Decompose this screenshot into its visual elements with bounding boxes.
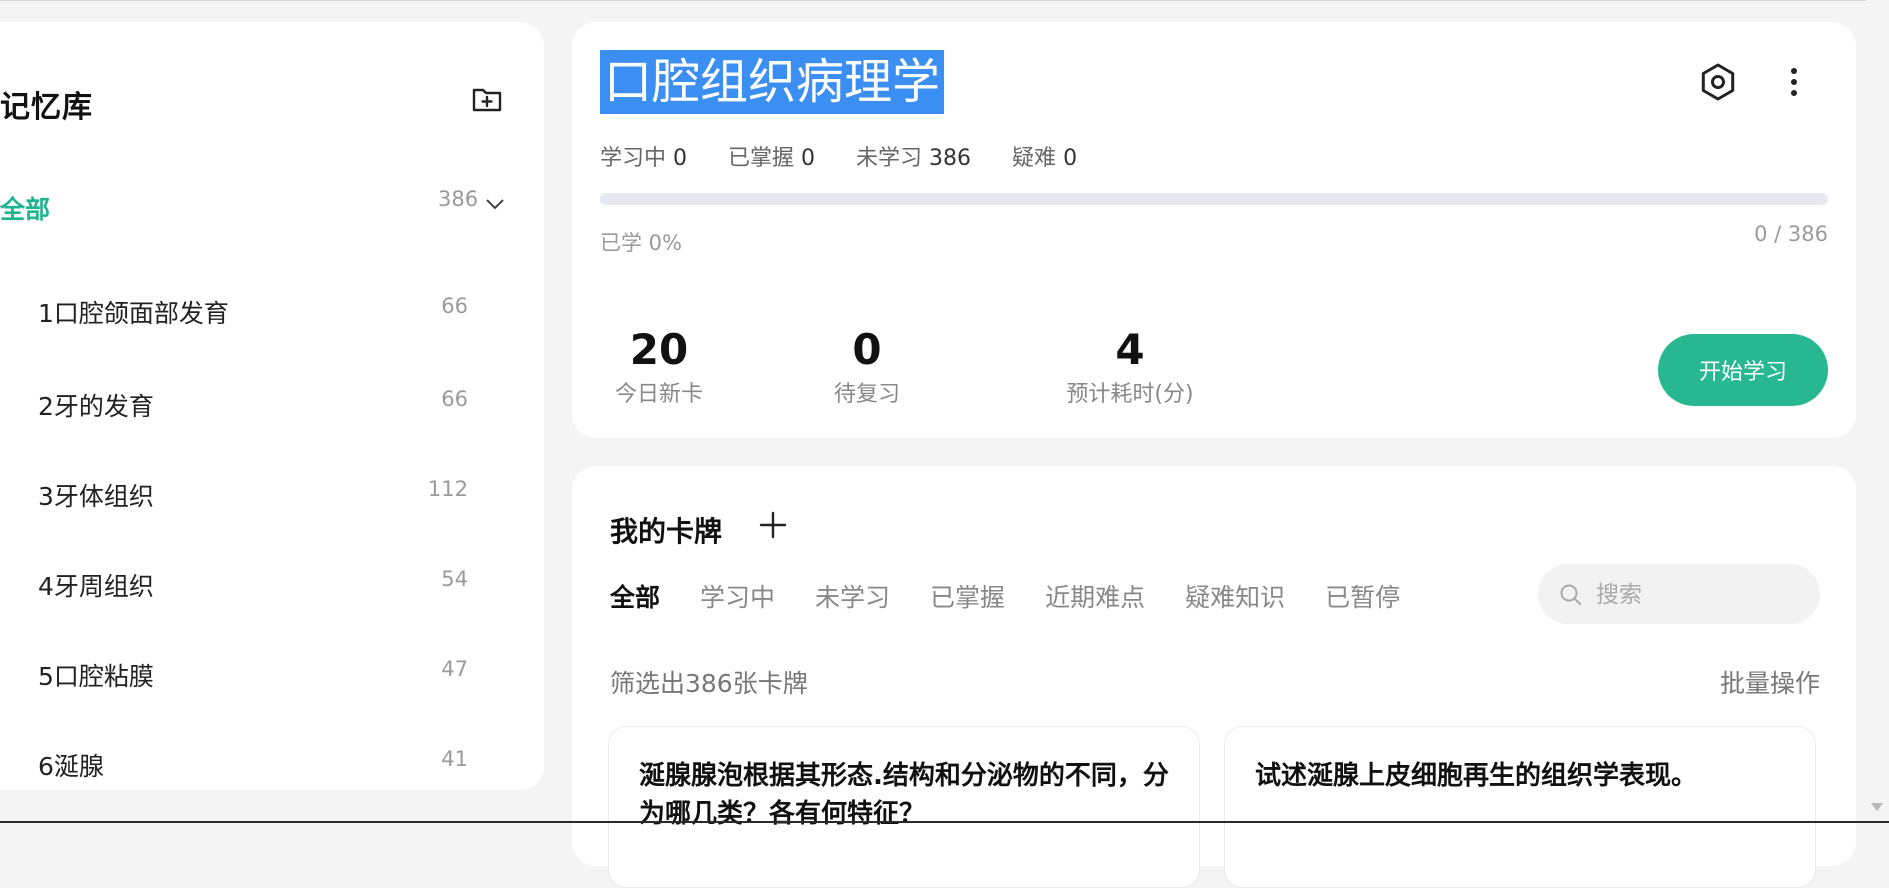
vertical-scrollbar[interactable] — [1866, 0, 1889, 821]
start-learning-button[interactable]: 开始学习 — [1658, 334, 1828, 406]
deck-label: 3牙体组织 — [38, 482, 154, 511]
deck-count: 112 — [427, 477, 468, 501]
plus-icon[interactable] — [756, 508, 790, 542]
scroll-down-arrow-icon[interactable] — [1871, 803, 1883, 811]
window-top-edge — [0, 0, 1889, 1]
tab-recent-difficult[interactable]: 近期难点 — [1045, 578, 1145, 614]
search-input[interactable] — [1594, 574, 1808, 616]
tab-difficult-knowledge[interactable]: 疑难知识 — [1185, 578, 1285, 614]
deck-count: 54 — [441, 567, 468, 591]
deck-item[interactable]: 5口腔粘膜 47 — [0, 643, 500, 703]
deck-label: 4牙周组织 — [38, 572, 154, 601]
metric-value: 20 — [629, 325, 689, 374]
library-sidebar: 记忆库 全部 386 1口腔颌面部发育 66 2牙的发育 66 3牙体组织 11… — [0, 22, 544, 790]
card-filter-tabs: 全部 学习中 未学习 已掌握 近期难点 疑难知识 已暂停 — [610, 578, 1440, 614]
metric-label: 今日新卡 — [614, 382, 703, 407]
metric-estimated-time: 4 预计耗时(分) — [1048, 326, 1212, 408]
folder-plus-icon[interactable] — [470, 82, 504, 116]
library-title: 记忆库 — [0, 90, 93, 125]
metric-label: 预计耗时(分) — [1066, 382, 1194, 407]
deck-count: 41 — [441, 747, 468, 771]
category-all[interactable]: 全部 — [0, 190, 50, 226]
stat-difficult: 疑难 0 — [1012, 146, 1078, 171]
tab-all[interactable]: 全部 — [610, 578, 660, 614]
metric-value: 0 — [852, 325, 882, 374]
batch-operation-link[interactable]: 批量操作 — [1720, 664, 1820, 700]
deck-item[interactable]: 2牙的发育 66 — [0, 373, 500, 433]
search-box[interactable] — [1538, 564, 1820, 624]
tab-unlearned[interactable]: 未学习 — [815, 578, 890, 614]
tab-paused[interactable]: 已暂停 — [1325, 578, 1400, 614]
deck-label: 1口腔颌面部发育 — [38, 299, 229, 328]
deck-label: 2牙的发育 — [38, 392, 154, 421]
deck-item[interactable]: 6涎腺 41 — [0, 733, 500, 793]
deck-count: 66 — [441, 294, 468, 318]
my-cards-panel: 我的卡牌 全部 学习中 未学习 已掌握 近期难点 疑难知识 已暂停 筛选出386张卡牌 批量… — [572, 466, 1856, 888]
tab-mastered[interactable]: 已掌握 — [930, 578, 1005, 614]
progress-label: 已学 0% — [600, 231, 682, 255]
card-item[interactable]: 涎腺腺泡根据其形态.结构和分泌物的不同，分为哪几类？各有何特征？ — [608, 726, 1200, 888]
stat-mastered: 已掌握 0 — [728, 146, 816, 171]
deck-count: 66 — [441, 387, 468, 411]
deck-title[interactable]: 口腔组织病理学 — [600, 50, 945, 114]
search-icon — [1558, 582, 1584, 608]
metric-review: 0 待复习 — [808, 326, 926, 408]
metric-label: 待复习 — [833, 382, 900, 407]
status-stats: 学习中 0 已掌握 0 未学习 386 疑难 0 — [600, 140, 1111, 172]
deck-label: 6涎腺 — [38, 752, 104, 781]
progress-ratio: 0 / 386 — [1754, 222, 1828, 246]
my-cards-title: 我的卡牌 — [610, 515, 723, 548]
category-all-count: 386 — [438, 187, 479, 211]
deck-label: 5口腔粘膜 — [38, 662, 154, 691]
deck-item[interactable]: 1口腔颌面部发育 66 — [0, 280, 500, 340]
filter-result-text: 筛选出386张卡牌 — [610, 669, 808, 698]
chevron-down-icon[interactable] — [484, 192, 506, 214]
stat-unlearned: 未学习 386 — [856, 146, 972, 171]
deck-item[interactable]: 4牙周组织 54 — [0, 553, 500, 613]
deck-count: 47 — [441, 657, 468, 681]
deck-summary-card: 口腔组织病理学 学习中 0 已掌握 0 未学习 386 疑难 0 已学 0% 0… — [572, 22, 1856, 438]
card-question: 试述涎腺上皮细胞再生的组织学表现。 — [1255, 761, 1698, 791]
stat-learning: 学习中 0 — [600, 146, 688, 171]
more-vertical-icon[interactable] — [1772, 60, 1816, 104]
card-item[interactable]: 试述涎腺上皮细胞再生的组织学表现。 — [1224, 726, 1816, 888]
deck-item[interactable]: 3牙体组织 112 — [0, 463, 500, 523]
metric-new-cards: 20 今日新卡 — [600, 326, 718, 408]
tab-learning[interactable]: 学习中 — [700, 578, 775, 614]
metric-value: 4 — [1115, 325, 1145, 374]
settings-icon[interactable] — [1696, 60, 1740, 104]
progress-bar — [600, 193, 1828, 205]
